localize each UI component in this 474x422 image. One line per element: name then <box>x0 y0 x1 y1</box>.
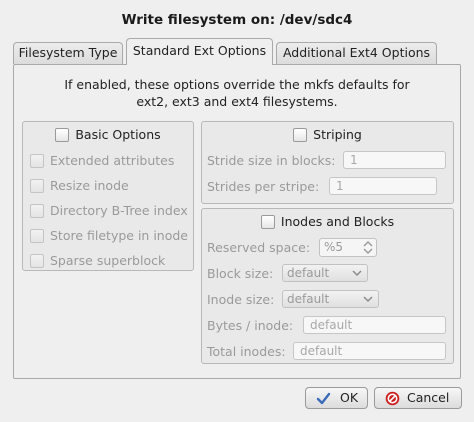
block-size-combo: default <box>282 264 368 282</box>
tab-label: Filesystem Type <box>18 45 118 60</box>
reserved-space-value: %5 <box>324 240 344 254</box>
dialog-title: Write filesystem on: /dev/sdc4 <box>121 12 353 28</box>
tab-label: Additional Ext4 Options <box>282 45 431 60</box>
inode-size-value: default <box>287 292 330 306</box>
inodes-blocks-title: Inodes and Blocks <box>280 214 395 229</box>
checkbox[interactable] <box>260 214 275 229</box>
info-line-2: ext2, ext3 and ext4 filesystems. <box>136 94 338 109</box>
stride-size-label: Stride size in blocks: <box>207 153 336 168</box>
info-text: If enabled, these options override the m… <box>14 76 460 110</box>
bytes-per-inode-field: default <box>303 316 446 334</box>
block-size-label: Block size: <box>207 266 274 281</box>
chevron-down-icon <box>352 270 362 277</box>
cancel-button[interactable]: Cancel <box>374 387 462 409</box>
checkbox <box>30 153 44 168</box>
stride-size-field: 1 <box>343 151 446 169</box>
option-sparse-superblock: Sparse superblock <box>30 253 165 269</box>
striping-title: Striping <box>313 127 362 142</box>
checkbox <box>30 178 44 193</box>
spin-arrows-icon <box>363 241 373 254</box>
basic-options-title: Basic Options <box>75 127 161 142</box>
reserved-space-spinbox: %5 <box>319 238 377 257</box>
option-directory-btree-index: Directory B-Tree index <box>30 203 188 219</box>
total-inodes-field: default <box>293 342 446 360</box>
tab-label: Standard Ext Options <box>132 43 267 58</box>
tab-filesystem-type[interactable]: Filesystem Type <box>13 42 123 64</box>
striping-toggle[interactable]: Striping <box>202 127 453 143</box>
ok-label: OK <box>340 390 359 405</box>
cancel-label: Cancel <box>407 390 450 405</box>
tab-additional-ext4-options[interactable]: Additional Ext4 Options <box>276 42 437 64</box>
option-label: Store filetype in inode <box>50 228 188 243</box>
inode-size-label: Inode size: <box>207 292 275 307</box>
info-line-1: If enabled, these options override the m… <box>64 77 410 92</box>
inodes-blocks-group: Inodes and Blocks Reserved space: %5 Blo… <box>201 208 454 364</box>
striping-group: Striping Stride size in blocks: 1 Stride… <box>201 121 454 204</box>
option-extended-attributes: Extended attributes <box>30 153 174 169</box>
tab-standard-ext-options[interactable]: Standard Ext Options <box>126 38 273 65</box>
basic-options-toggle[interactable]: Basic Options <box>23 127 193 143</box>
strides-per-stripe-field: 1 <box>329 177 437 195</box>
ok-button[interactable]: OK <box>305 387 368 409</box>
checkbox[interactable] <box>55 127 70 142</box>
total-inodes-label: Total inodes: <box>207 344 286 359</box>
inode-size-combo: default <box>282 290 379 308</box>
cancel-icon <box>385 391 400 406</box>
reserved-space-label: Reserved space: <box>207 240 311 255</box>
basic-options-group: Basic Options Extended attributes Resize… <box>22 121 194 271</box>
option-resize-inode: Resize inode <box>30 178 129 194</box>
option-label: Extended attributes <box>50 153 175 168</box>
checkbox <box>30 253 44 268</box>
checkmark-icon <box>316 392 331 405</box>
option-label: Sparse superblock <box>50 253 166 268</box>
block-size-value: default <box>287 266 330 280</box>
checkbox <box>30 203 44 218</box>
strides-per-stripe-label: Strides per stripe: <box>207 179 320 194</box>
inodes-blocks-toggle[interactable]: Inodes and Blocks <box>202 214 453 230</box>
option-label: Resize inode <box>50 178 129 193</box>
option-label: Directory B-Tree index <box>50 203 188 218</box>
option-store-filetype: Store filetype in inode <box>30 228 188 244</box>
chevron-down-icon <box>363 296 373 303</box>
tab-panel: If enabled, these options override the m… <box>13 64 461 379</box>
checkbox[interactable] <box>293 127 308 142</box>
bytes-per-inode-label: Bytes / inode: <box>207 318 294 333</box>
checkbox <box>30 228 44 243</box>
